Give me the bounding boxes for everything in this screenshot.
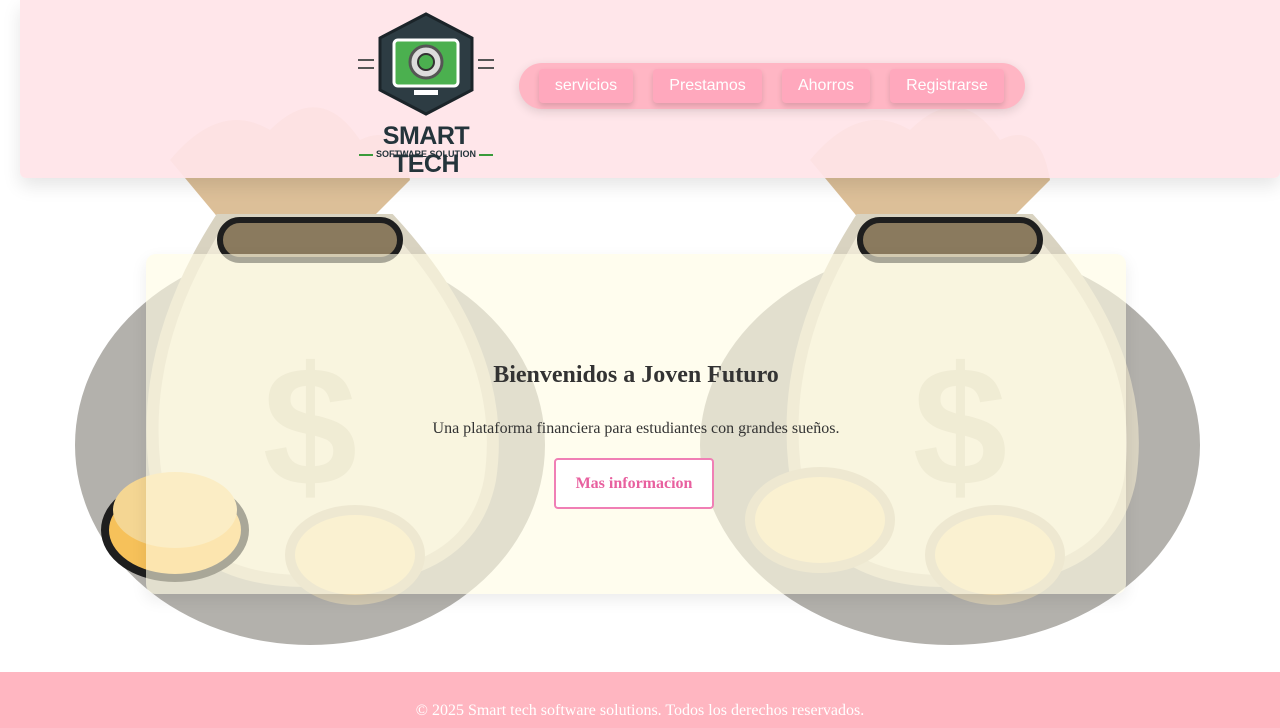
nav-servicios[interactable]: servicios <box>539 69 633 103</box>
nav-prestamos[interactable]: Prestamos <box>653 69 762 103</box>
nav-ahorros[interactable]: Ahorros <box>782 69 870 103</box>
footer-copyright: © 2025 Smart tech software solutions. To… <box>415 702 865 719</box>
site-header: SMART TECH SOFTWARE SOLUTION servicios P… <box>20 0 1280 178</box>
main-nav: servicios Prestamos Ahorros Registrarse <box>519 63 1025 109</box>
logo-tagline: SOFTWARE SOLUTION <box>350 149 502 159</box>
more-info-button[interactable]: Mas informacion <box>554 458 714 509</box>
hero-title: Bienvenidos a Joven Futuro <box>493 362 779 388</box>
hero-card: Bienvenidos a Joven Futuro Una plataform… <box>146 254 1126 594</box>
smart-tech-logo[interactable]: SMART TECH SOFTWARE SOLUTION <box>350 10 502 178</box>
site-footer: © 2025 Smart tech software solutions. To… <box>0 672 1280 728</box>
gear-monitor-icon <box>358 12 494 116</box>
nav-registrarse[interactable]: Registrarse <box>890 69 1004 103</box>
hero-subtitle: Una plataforma financiera para estudiant… <box>432 420 840 437</box>
